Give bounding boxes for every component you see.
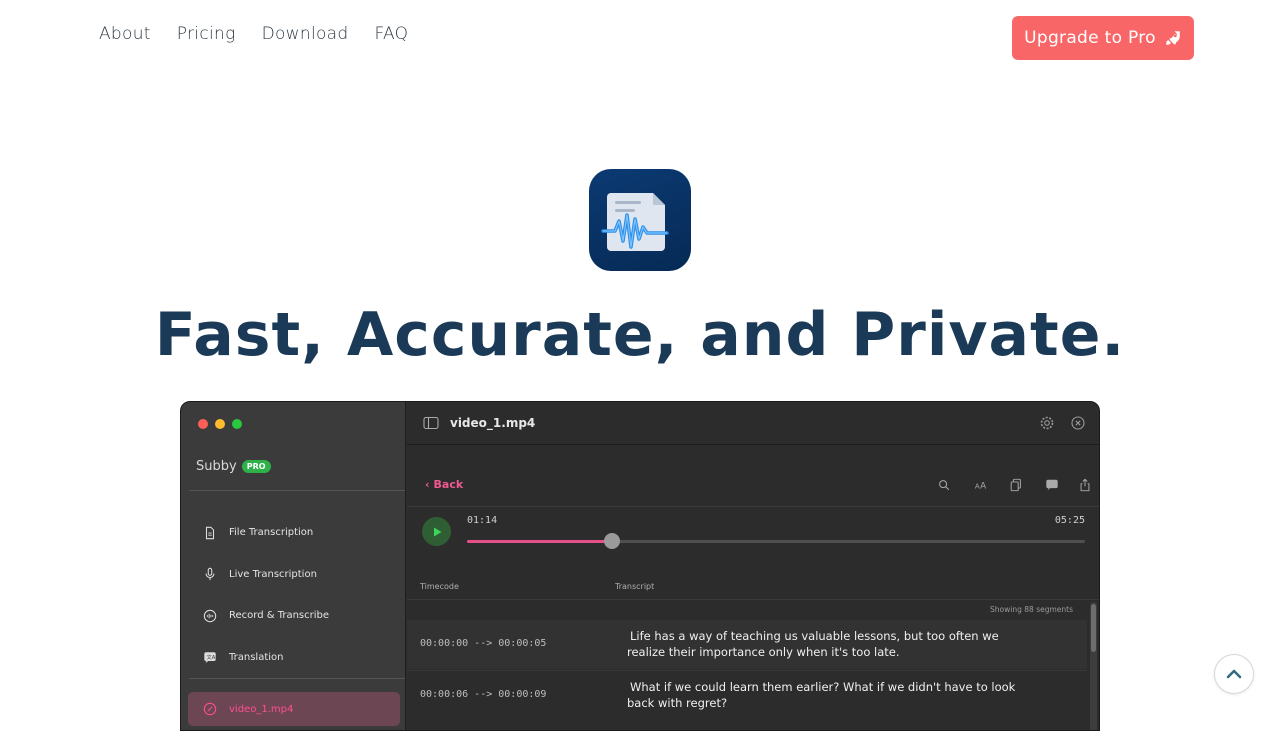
- total-time: 05:25: [1054, 515, 1085, 526]
- play-button[interactable]: [422, 517, 451, 546]
- sidebar-item-live-transcription[interactable]: Live Transcription: [181, 554, 406, 596]
- scrollbar-thumb[interactable]: [1091, 604, 1096, 652]
- window-controls: [198, 419, 242, 429]
- back-label: Back: [433, 478, 464, 491]
- sidebar-item-translation[interactable]: 文A Translation: [181, 637, 406, 679]
- top-nav: About Pricing Download FAQ Upgrade to Pr…: [0, 0, 1280, 72]
- hero-headline: Fast, Accurate, and Private.: [154, 300, 1126, 370]
- search-icon[interactable]: [937, 478, 951, 492]
- app-logo-icon: [589, 169, 691, 271]
- upgrade-to-pro-button[interactable]: Upgrade to Pro: [1012, 16, 1194, 60]
- toolbar-divider: [407, 506, 1099, 507]
- app-name: Subby PRO: [196, 459, 271, 474]
- rocket-icon: [1166, 31, 1180, 45]
- row-transcript: Life has a way of teaching us valuable l…: [627, 629, 999, 659]
- playback-knob[interactable]: [604, 533, 621, 549]
- close-dot[interactable]: [198, 419, 208, 429]
- chevron-left-icon: ‹: [425, 478, 430, 491]
- pro-badge: PRO: [241, 460, 271, 473]
- table-row[interactable]: 00:00:00 --> 00:00:05 Life has a way of …: [407, 620, 1087, 669]
- sidebar-divider: [189, 490, 405, 491]
- sidebar-item-record-transcribe[interactable]: Record & Transcribe: [181, 595, 406, 637]
- header-divider: [407, 599, 1099, 600]
- sidebar-item-label: File Transcription: [229, 527, 314, 539]
- minimize-dot[interactable]: [215, 419, 225, 429]
- row-transcript: What if we could learn them earlier? Wha…: [627, 680, 1016, 710]
- record-waveform-icon: [203, 609, 217, 622]
- svg-text:A: A: [980, 482, 986, 492]
- nav-link-faq[interactable]: FAQ: [374, 24, 408, 44]
- sidebar-toggle-icon[interactable]: [423, 415, 439, 431]
- transcript-toolbar: ‹ Back AA: [407, 472, 1099, 506]
- current-time: 01:14: [467, 515, 498, 526]
- sidebar-item-label: Record & Transcribe: [229, 610, 330, 622]
- main-panel: video_1.mp4 ‹ Back AA 01:14 05:25 Timeco…: [407, 402, 1099, 730]
- window-title: video_1.mp4: [450, 416, 536, 430]
- document-icon: [205, 526, 215, 539]
- nav-links: About Pricing Download FAQ: [99, 24, 408, 44]
- chevron-up-icon: [1226, 669, 1242, 679]
- svg-text:A: A: [975, 483, 980, 491]
- close-icon[interactable]: [1070, 415, 1086, 431]
- playback-progress: [467, 540, 613, 543]
- svg-text:文A: 文A: [207, 653, 216, 661]
- recent-file-label: video_1.mp4: [229, 703, 294, 715]
- transcript-scrollbar[interactable]: [1090, 602, 1097, 730]
- font-size-icon[interactable]: AA: [974, 478, 988, 492]
- sidebar-recent-file[interactable]: video_1.mp4: [188, 692, 400, 726]
- row-timecode: 00:00:00 --> 00:00:05: [420, 638, 547, 649]
- nav-link-about[interactable]: About: [99, 24, 151, 44]
- translate-bubble-icon[interactable]: [1045, 478, 1059, 492]
- sidebar-divider: [189, 678, 405, 679]
- playback-slider[interactable]: [467, 533, 1085, 549]
- waveform-icon: [203, 702, 217, 716]
- nav-link-pricing[interactable]: Pricing: [177, 24, 236, 44]
- titlebar: video_1.mp4: [407, 402, 1099, 445]
- sidebar-item-file-transcription[interactable]: File Transcription: [181, 512, 406, 554]
- play-icon: [433, 527, 441, 536]
- app-window-screenshot: Subby PRO File Transcription Live Transc…: [180, 401, 1100, 731]
- upgrade-label: Upgrade to Pro: [1024, 28, 1156, 48]
- maximize-dot[interactable]: [232, 419, 242, 429]
- scroll-to-top-button[interactable]: [1214, 654, 1254, 694]
- back-button[interactable]: ‹ Back: [425, 478, 463, 491]
- segment-count: Showing 88 segments: [990, 605, 1073, 614]
- copy-icon[interactable]: [1009, 478, 1023, 492]
- nav-link-download[interactable]: Download: [262, 24, 349, 44]
- app-name-text: Subby: [196, 459, 237, 474]
- column-header-transcript: Transcript: [615, 582, 655, 591]
- sidebar-item-label: Live Transcription: [229, 568, 317, 580]
- sidebar-item-label: Translation: [229, 651, 284, 663]
- column-header-timecode: Timecode: [420, 582, 459, 591]
- sidebar: Subby PRO File Transcription Live Transc…: [181, 402, 406, 730]
- sidebar-menu: File Transcription Live Transcription Re…: [181, 512, 406, 678]
- row-timecode: 00:00:06 --> 00:00:09: [420, 689, 547, 700]
- table-row[interactable]: 00:00:06 --> 00:00:09 What if we could l…: [407, 670, 1087, 719]
- microphone-icon: [205, 568, 215, 581]
- translate-icon: 文A: [204, 652, 216, 664]
- gear-icon[interactable]: [1039, 415, 1055, 431]
- share-icon[interactable]: [1078, 478, 1092, 492]
